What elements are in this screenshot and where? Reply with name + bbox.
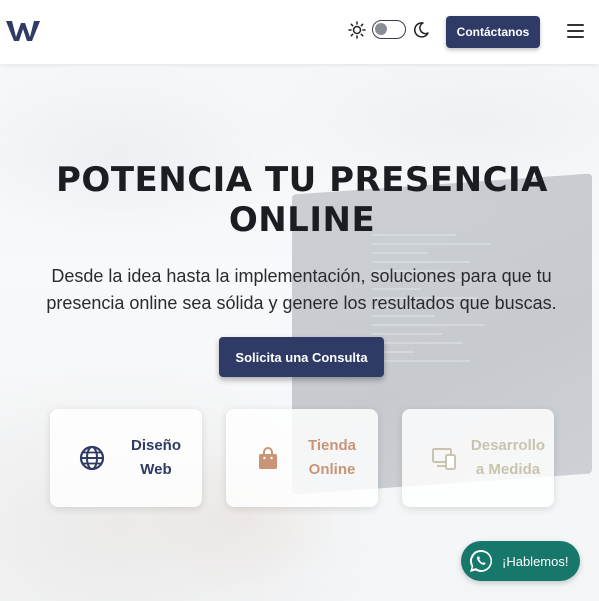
service-card-online-store[interactable]: Tienda Online bbox=[226, 409, 378, 507]
shopping-bag-icon bbox=[259, 447, 277, 469]
service-label: Tienda Online bbox=[307, 437, 357, 478]
switch-knob bbox=[375, 23, 387, 35]
globe-icon bbox=[79, 445, 105, 471]
hamburger-menu-icon[interactable] bbox=[567, 24, 584, 38]
moon-icon bbox=[413, 21, 429, 38]
theme-toggle bbox=[348, 20, 430, 39]
service-label: Desarrollo a Medida bbox=[470, 437, 546, 478]
service-card-custom-development[interactable]: Desarrollo a Medida bbox=[402, 409, 554, 507]
hero-title: POTENCIA TU PRESENCIA ONLINE bbox=[56, 160, 548, 240]
contact-button[interactable]: Contáctanos bbox=[446, 16, 540, 48]
whatsapp-icon bbox=[470, 549, 493, 572]
whatsapp-label: ¡Hablemos! bbox=[502, 553, 569, 569]
logo-icon[interactable] bbox=[6, 19, 40, 43]
hero-overlay bbox=[0, 64, 599, 601]
dark-mode-switch[interactable] bbox=[372, 20, 406, 39]
whatsapp-chat-button[interactable]: ¡Hablemos! bbox=[461, 541, 580, 581]
hero-section: POTENCIA TU PRESENCIA ONLINE Desde la id… bbox=[0, 64, 599, 601]
hero-subtitle: Desde la idea hasta la implementación, s… bbox=[46, 266, 557, 313]
service-card-web-design[interactable]: Diseño Web bbox=[50, 409, 202, 507]
sun-icon bbox=[348, 20, 366, 39]
service-label: Diseño Web bbox=[130, 437, 181, 478]
site-header: Contáctanos bbox=[0, 0, 599, 64]
request-consultation-button[interactable]: Solicita una Consulta bbox=[219, 337, 384, 377]
devices-icon bbox=[432, 448, 456, 470]
